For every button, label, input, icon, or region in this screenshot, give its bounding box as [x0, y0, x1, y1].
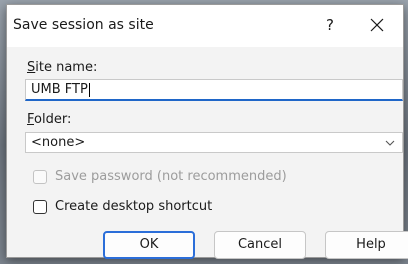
desktop-shortcut-checkbox-box[interactable]: [33, 200, 47, 214]
folder-selected-value: <none>: [31, 135, 86, 150]
ok-button[interactable]: OK: [103, 231, 195, 259]
close-icon[interactable]: [357, 11, 397, 39]
dialog-title: Save session as site: [13, 17, 154, 33]
save-session-dialog: Save session as site ? Site name: UMB FT…: [6, 4, 408, 259]
cancel-button[interactable]: Cancel: [214, 231, 306, 259]
site-name-label: Site name:: [27, 60, 98, 75]
dialog-titlebar: Save session as site ?: [7, 5, 403, 47]
text-cursor: [88, 82, 90, 97]
help-button[interactable]: Help: [325, 231, 408, 259]
folder-label: Folder:: [27, 112, 72, 127]
desktop-shortcut-label: Create desktop shortcut: [55, 199, 213, 214]
site-name-input[interactable]: UMB FTP: [25, 79, 403, 101]
help-icon[interactable]: ?: [310, 11, 350, 39]
save-password-checkbox-box[interactable]: [33, 170, 47, 184]
folder-select[interactable]: <none>: [25, 132, 403, 153]
save-password-label: Save password (not recommended): [55, 169, 287, 184]
site-name-value: UMB FTP: [31, 82, 88, 97]
chevron-down-icon: [384, 136, 396, 148]
